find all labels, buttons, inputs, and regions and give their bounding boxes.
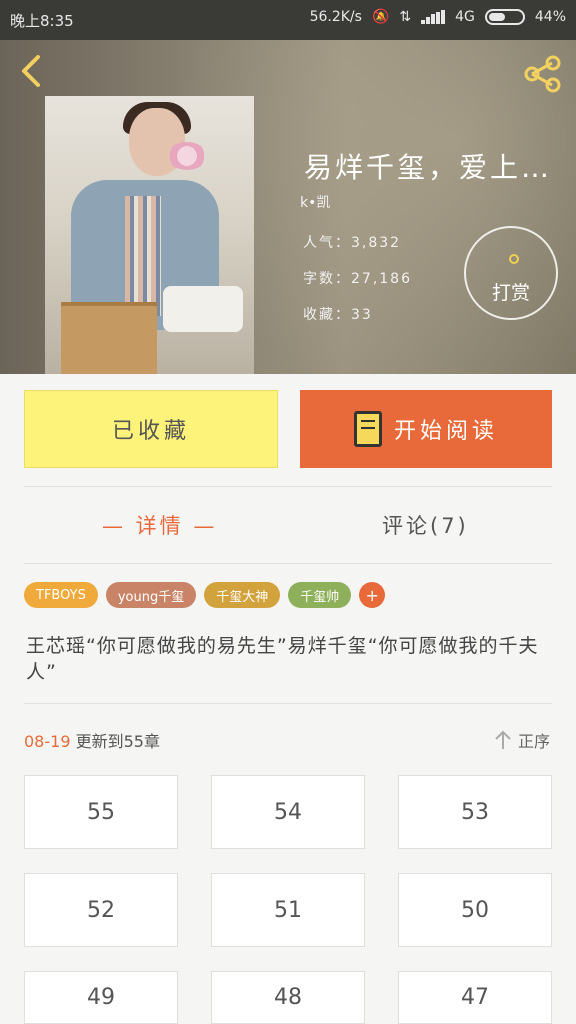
- divider: [24, 486, 552, 487]
- saved-label: 已收藏: [111, 419, 190, 444]
- chapter-tile[interactable]: 50: [398, 873, 552, 947]
- chapter-tile[interactable]: 54: [211, 775, 365, 849]
- sort-order-label: 正序: [517, 732, 550, 751]
- tag-qianxi-shuai[interactable]: 千玺帅: [288, 582, 352, 608]
- chapter-tile[interactable]: 48: [211, 971, 365, 1024]
- mute-icon: 🔕: [371, 9, 390, 25]
- update-date: 08-19: [24, 732, 71, 751]
- network-type: 4G: [455, 9, 475, 25]
- share-icon[interactable]: [520, 54, 564, 94]
- book-icon: [353, 411, 382, 447]
- word-count-stat: 字数：27,186: [303, 271, 412, 287]
- book-description: 王芯瑶“你可愿做我的易先生”易烊千玺“你可愿做我的千夫人”: [26, 635, 539, 683]
- status-time: 晚上8:35: [10, 12, 74, 30]
- saved-button[interactable]: 已收藏: [24, 390, 278, 468]
- coin-icon: [509, 254, 519, 264]
- book-title: 易烊千玺，爱上…: [304, 151, 553, 184]
- arrow-up-icon: [495, 730, 511, 749]
- battery-icon: [484, 9, 525, 25]
- signal-icon: [421, 10, 446, 24]
- update-text: 更新到55章: [70, 732, 160, 751]
- update-info: 08-19 更新到55章: [24, 728, 160, 752]
- divider: [24, 563, 552, 564]
- chapter-tile[interactable]: 47: [398, 971, 552, 1024]
- tab-comments[interactable]: 评论(7): [382, 510, 469, 540]
- book-cover-image: [45, 96, 254, 374]
- start-reading-button[interactable]: 开始阅读: [300, 390, 552, 468]
- status-bar: 晚上8:35 56.2K/s 🔕 ⇅ 4G 44%: [0, 0, 576, 40]
- chapter-tile[interactable]: 51: [211, 873, 365, 947]
- start-reading-label: 开始阅读: [393, 419, 498, 444]
- net-speed: 56.2K/s: [309, 9, 362, 25]
- tag-young-qianxi[interactable]: young千玺: [105, 582, 197, 608]
- chapter-tile[interactable]: 53: [398, 775, 552, 849]
- book-author[interactable]: k•凯: [300, 192, 330, 212]
- sort-order-button[interactable]: 正序: [494, 728, 550, 752]
- data-transfer-icon: ⇅: [399, 9, 412, 25]
- chapter-tile[interactable]: 52: [24, 873, 178, 947]
- divider: [24, 703, 552, 704]
- tag-list: TFBOYS young千玺 千玺大神 千玺帅 +: [24, 582, 386, 608]
- battery-level: 44%: [534, 9, 566, 25]
- status-indicators: 56.2K/s 🔕 ⇅ 4G 44%: [310, 9, 566, 25]
- back-arrow-icon[interactable]: [16, 54, 50, 88]
- reward-button[interactable]: 打赏: [464, 226, 558, 320]
- book-header: 易烊千玺，爱上… k•凯 人气：3,832 字数：27,186 收藏：33 打赏: [0, 40, 576, 374]
- chapter-tile[interactable]: 49: [24, 971, 178, 1024]
- tag-tfboys[interactable]: TFBOYS: [24, 582, 98, 608]
- chapter-tile[interactable]: 55: [24, 775, 178, 849]
- favorites-stat: 收藏：33: [303, 307, 373, 323]
- tab-detail[interactable]: — 详情 —: [102, 510, 217, 540]
- add-tag-button[interactable]: +: [359, 582, 386, 608]
- reward-label: 打赏: [491, 282, 530, 304]
- popularity-stat: 人气：3,832: [303, 235, 402, 251]
- tag-qianxi-dashen[interactable]: 千玺大神: [204, 582, 281, 608]
